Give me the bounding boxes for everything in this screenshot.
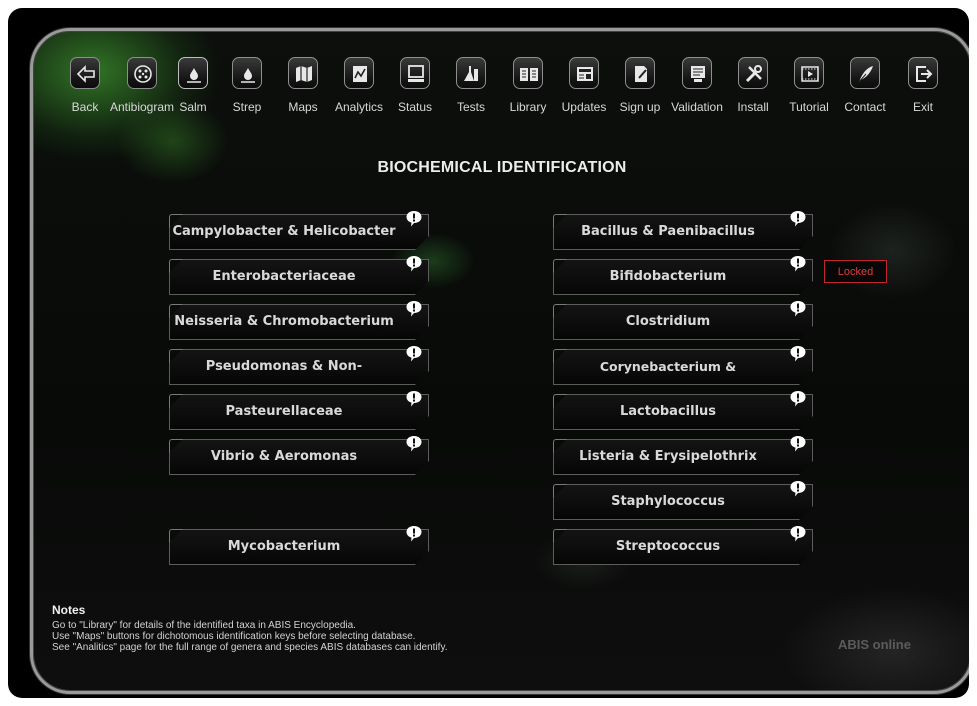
locked-badge: Locked — [824, 260, 887, 283]
brand-label: ABIS online — [838, 637, 911, 652]
validation-icon — [682, 57, 712, 89]
info-icon[interactable] — [405, 345, 423, 363]
db-streptococcus[interactable]: Streptococcus — [553, 526, 813, 565]
info-icon[interactable] — [405, 255, 423, 273]
exit-icon — [908, 57, 938, 89]
db-bifidobacterium[interactable]: Bifidobacterium — [553, 256, 813, 295]
signup-icon — [625, 57, 655, 89]
notes-line: Go to "Library" for details of the ident… — [52, 620, 356, 631]
salm-button[interactable]: Salm — [163, 57, 223, 127]
db-button-label: Mycobacterium — [169, 529, 429, 565]
tutorial-button[interactable]: Tutorial — [779, 57, 839, 127]
info-icon[interactable] — [789, 480, 807, 498]
info-icon[interactable] — [405, 525, 423, 543]
db-button-label: Staphylococcus — [553, 484, 813, 520]
info-icon[interactable] — [405, 210, 423, 228]
strep-button[interactable]: Strep — [217, 57, 277, 127]
arrow-left-icon — [70, 57, 100, 89]
maps-button[interactable]: Maps — [273, 57, 333, 127]
petri-dish-icon — [127, 57, 157, 89]
flask-icon — [456, 57, 486, 89]
db-staphylococcus[interactable]: Staphylococcus — [553, 481, 813, 520]
db-pseudomonas-nonfermenters[interactable]: Pseudomonas & Non-fermenters — [169, 346, 429, 385]
db-enterobacteriaceae[interactable]: Enterobacteriaceae — [169, 256, 429, 295]
db-button-label: Streptococcus — [553, 529, 813, 565]
page-title: BIOCHEMICAL IDENTIFICATION — [377, 159, 627, 176]
db-button-label: Campylobacter & Helicobacter — [169, 214, 429, 250]
exit-label: Exit — [912, 100, 933, 114]
db-clostridium[interactable]: Clostridium — [553, 301, 813, 340]
exit-button[interactable]: Exit — [893, 57, 953, 127]
db-bacillus-paenibacillus[interactable]: Bacillus & Paenibacillus — [553, 211, 813, 250]
updates-button[interactable]: Updates — [554, 57, 614, 127]
notes-heading: Notes — [52, 603, 86, 617]
db-listeria-erysipelothrix[interactable]: Listeria & Erysipelothrix — [553, 436, 813, 475]
db-button-label: Enterobacteriaceae — [169, 259, 429, 295]
db-button-label: Vibrio & Aeromonas — [169, 439, 429, 475]
notes-line: Use "Maps" buttons for dichotomous ident… — [52, 631, 416, 642]
chart-icon — [344, 57, 374, 89]
db-neisseria-chromobacterium[interactable]: Neisseria & Chromobacterium — [169, 301, 429, 340]
status-button[interactable]: Status — [385, 57, 445, 127]
install-button[interactable]: Install — [723, 57, 783, 127]
notes-line: See "Analitics" page for the full range … — [52, 642, 448, 653]
app-frame: Back Antibiogram Salm Strep Maps Analyti… — [8, 8, 969, 698]
info-icon[interactable] — [405, 300, 423, 318]
drop-icon — [178, 57, 208, 89]
db-lactobacillus[interactable]: Lactobacillus — [553, 391, 813, 430]
db-button-label: Pseudomonas & Non-fermenters — [169, 349, 429, 385]
drop-icon — [232, 57, 262, 89]
library-button[interactable]: Library — [498, 57, 558, 127]
feather-icon — [850, 57, 880, 89]
film-icon — [794, 57, 824, 89]
info-icon[interactable] — [405, 390, 423, 408]
db-button-label: Pasteurellaceae — [169, 394, 429, 430]
info-icon[interactable] — [789, 525, 807, 543]
db-mycobacterium[interactable]: Mycobacterium — [169, 526, 429, 565]
db-button-label: Lactobacillus — [553, 394, 813, 430]
back-button[interactable]: Back — [55, 57, 115, 127]
map-icon — [288, 57, 318, 89]
analytics-button[interactable]: Analytics — [329, 57, 389, 127]
tools-icon — [738, 57, 768, 89]
db-button-label: Bacillus & Paenibacillus — [553, 214, 813, 250]
news-icon — [569, 57, 599, 89]
notes-section: Notes Go to "Library" for details of the… — [52, 603, 448, 653]
db-button-label: Neisseria & Chromobacterium — [169, 304, 429, 340]
db-pasteurellaceae[interactable]: Pasteurellaceae — [169, 391, 429, 430]
db-button-label: Bifidobacterium — [553, 259, 813, 295]
info-icon[interactable] — [789, 390, 807, 408]
db-vibrio-aeromonas[interactable]: Vibrio & Aeromonas — [169, 436, 429, 475]
main-panel: Back Antibiogram Salm Strep Maps Analyti… — [30, 28, 969, 694]
info-icon[interactable] — [405, 435, 423, 453]
db-campylobacter-helicobacter[interactable]: Campylobacter & Helicobacter — [169, 211, 429, 250]
contact-button[interactable]: Contact — [835, 57, 895, 127]
info-icon[interactable] — [789, 300, 807, 318]
db-button-label: Listeria & Erysipelothrix — [553, 439, 813, 475]
tests-button[interactable]: Tests — [441, 57, 501, 127]
db-button-label: Clostridium — [553, 304, 813, 340]
info-icon[interactable] — [789, 435, 807, 453]
book-icon — [513, 57, 543, 89]
monitor-icon — [400, 57, 430, 89]
signup-button[interactable]: Sign up — [610, 57, 670, 127]
info-icon[interactable] — [789, 345, 807, 363]
info-icon[interactable] — [789, 210, 807, 228]
validation-button[interactable]: Validation — [667, 57, 727, 127]
info-icon[interactable] — [789, 255, 807, 273]
db-corynebacterium-actinomyces[interactable]: Corynebacterium & Actinomyces — [553, 346, 813, 385]
db-button-label: Corynebacterium & Actinomyces — [553, 349, 813, 385]
toolbar: Back Antibiogram Salm Strep Maps Analyti… — [55, 57, 955, 127]
